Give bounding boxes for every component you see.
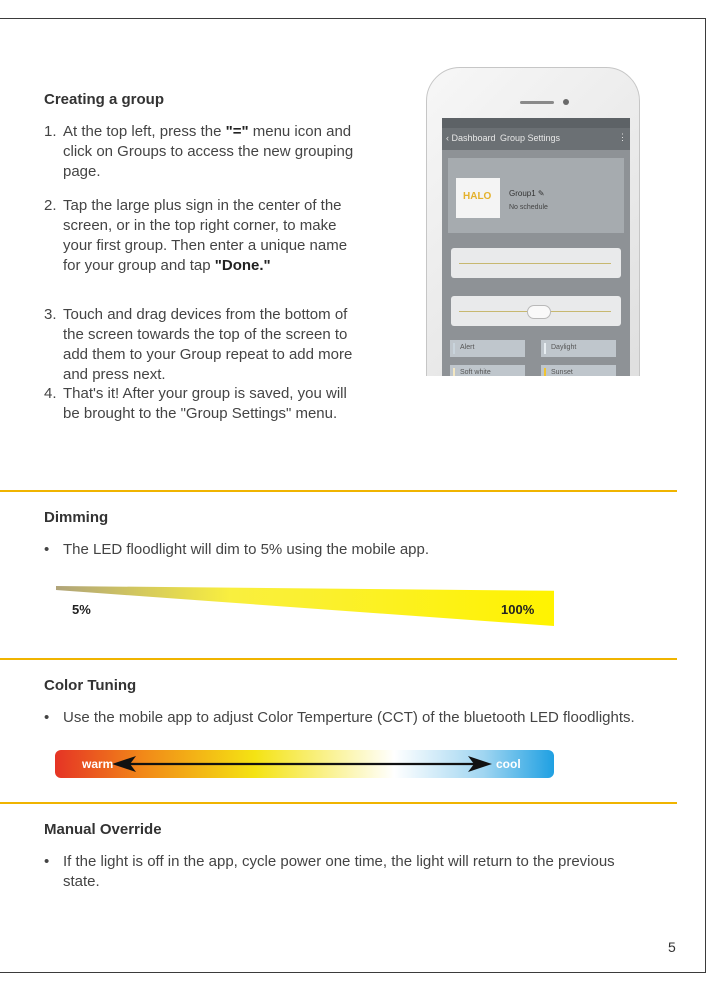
cct-slider bbox=[451, 296, 621, 326]
camera-icon bbox=[563, 99, 569, 105]
heading-creating-group: Creating a group bbox=[44, 91, 165, 108]
bullet-text: The LED floodlight will dim to 5% using … bbox=[63, 541, 430, 558]
preset-swatch bbox=[453, 368, 455, 376]
warm-label: warm bbox=[82, 757, 114, 771]
bullet-dot: • bbox=[44, 709, 50, 726]
preset-label: Sunset bbox=[551, 369, 573, 376]
more-icon: ⋮ bbox=[618, 132, 627, 142]
slider-track bbox=[459, 263, 611, 264]
phone-body: ‹ Dashboard Group Settings ⋮ HALO Group1… bbox=[426, 67, 640, 376]
preset-swatch bbox=[453, 343, 455, 354]
manual-override-bullet: • If the light is off in the app, cycle … bbox=[44, 852, 654, 892]
preset-sunset: Sunset bbox=[541, 365, 616, 376]
cool-label: cool bbox=[496, 757, 521, 771]
logo-text: HALO bbox=[463, 191, 492, 202]
dim-min-label: 5% bbox=[72, 602, 91, 617]
preset-label: Alert bbox=[460, 344, 475, 351]
dim-max-label: 100% bbox=[501, 602, 535, 617]
color-tuning-bullet: • Use the mobile app to adjust Color Tem… bbox=[44, 708, 654, 728]
group-schedule: No schedule bbox=[509, 204, 548, 211]
status-bar bbox=[442, 118, 630, 128]
step-text: Touch and drag devices from the bottom o… bbox=[63, 306, 353, 383]
edit-icon: ✎ bbox=[537, 189, 545, 198]
preset-swatch bbox=[544, 343, 546, 354]
preset-label: Daylight bbox=[551, 344, 577, 351]
brightness-slider bbox=[451, 248, 621, 278]
bullet-dot: • bbox=[44, 541, 50, 558]
step-bold-text: "Done." bbox=[214, 257, 271, 274]
step-number: 3. bbox=[44, 306, 57, 323]
step-2: 2. Tap the large plus sign in the center… bbox=[44, 196, 364, 276]
preset-daylight: Daylight bbox=[541, 340, 616, 357]
page-number: 5 bbox=[668, 939, 676, 955]
phone-illustration: ‹ Dashboard Group Settings ⋮ HALO Group1… bbox=[423, 63, 643, 376]
step-text: At the top left, press the bbox=[63, 123, 226, 140]
heading-dimming: Dimming bbox=[44, 509, 109, 526]
section-divider bbox=[0, 658, 677, 660]
speaker-icon bbox=[520, 101, 554, 104]
section-divider bbox=[0, 490, 677, 492]
step-text: That's it! After your group is saved, yo… bbox=[63, 385, 347, 422]
step-4: 4. That's it! After your group is saved,… bbox=[44, 384, 364, 424]
heading-manual-override: Manual Override bbox=[44, 821, 162, 838]
step-1: 1. At the top left, press the "=" menu i… bbox=[44, 122, 364, 182]
double-arrow-icon bbox=[112, 756, 492, 772]
back-label: Dashboard bbox=[451, 133, 496, 143]
slider-knob bbox=[527, 305, 551, 319]
halo-logo: HALO bbox=[456, 178, 500, 218]
step-number: 2. bbox=[44, 197, 57, 214]
heading-color-tuning: Color Tuning bbox=[44, 677, 137, 694]
step-text: Tap the large plus sign in the center of… bbox=[63, 197, 348, 274]
step-3: 3. Touch and drag devices from the botto… bbox=[44, 305, 364, 385]
dimming-bullet: • The LED floodlight will dim to 5% usin… bbox=[44, 540, 654, 560]
preset-alert: Alert bbox=[450, 340, 525, 357]
group-name: Group1 ✎ bbox=[509, 189, 545, 198]
screen-title: Group Settings bbox=[500, 133, 561, 143]
step-number: 1. bbox=[44, 123, 57, 140]
app-screen: ‹ Dashboard Group Settings ⋮ HALO Group1… bbox=[442, 118, 630, 376]
group-name-text: Group1 bbox=[509, 189, 536, 198]
preset-label: Soft white bbox=[460, 369, 491, 376]
preset-swatch bbox=[544, 368, 546, 376]
bullet-text: If the light is off in the app, cycle po… bbox=[63, 853, 615, 890]
step-bold-text: "=" bbox=[225, 123, 249, 140]
section-divider bbox=[0, 802, 677, 804]
back-button: ‹ Dashboard bbox=[446, 133, 496, 143]
bullet-text: Use the mobile app to adjust Color Tempe… bbox=[63, 709, 635, 726]
step-number: 4. bbox=[44, 385, 57, 402]
app-bar: ‹ Dashboard Group Settings ⋮ bbox=[442, 128, 630, 150]
preset-soft-white: Soft white bbox=[450, 365, 525, 376]
bullet-dot: • bbox=[44, 853, 50, 870]
